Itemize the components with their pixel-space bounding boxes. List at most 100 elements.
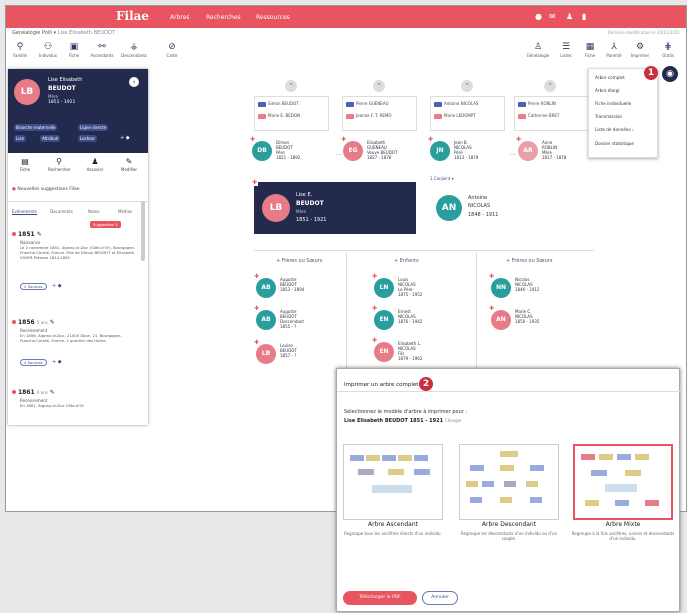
hint-icon[interactable]: ✚ <box>515 136 522 143</box>
spouse-sibling-node[interactable]: ✚ AN Marie C. NICOLAS 1850 - 1935 <box>488 305 549 338</box>
flag-icon[interactable]: ▮ <box>582 13 586 21</box>
person-icon[interactable]: ♟ <box>566 13 573 21</box>
tab-notes[interactable]: Notes <box>88 209 100 214</box>
tool-outils[interactable]: ⋕ Outils <box>654 42 682 59</box>
hint-icon[interactable]: ✚ <box>251 179 258 186</box>
sources-pill[interactable]: 4 Sources <box>20 359 47 366</box>
hint-icon[interactable]: ✚ <box>340 136 347 143</box>
expand-ancestors-chevron[interactable]: ⌃ <box>373 80 385 92</box>
menu-item-arbre-elargi[interactable]: Arbre élargi <box>595 88 620 93</box>
preview-arbre-descendant[interactable] <box>459 444 559 520</box>
hint-icon[interactable]: ✚ <box>249 136 256 143</box>
menu-item-dossier-statistique[interactable]: Dossier statistique <box>595 141 634 146</box>
mail-icon[interactable]: ✉ <box>549 13 556 21</box>
tool-descendants[interactable]: ⚶ Descendants <box>120 42 148 59</box>
tool-carte[interactable]: ⊘ Carte <box>158 42 186 59</box>
grandparents-card[interactable]: Simon BEUDOT Marie E. BEDON <box>254 96 329 131</box>
sources-pill[interactable]: 2 Sources <box>20 283 47 290</box>
change-link[interactable]: Changer <box>445 418 462 423</box>
hint-icon[interactable]: ✚ <box>427 136 434 143</box>
focus-person-card[interactable]: ✚ LB Lise E. BEUDOT Mère 1851 - 1921 <box>251 179 416 234</box>
tab-medias[interactable]: Médias <box>118 209 132 214</box>
hint-icon[interactable]: ✚ <box>253 273 260 280</box>
user-icon[interactable]: ● <box>535 13 542 21</box>
pencil-icon[interactable]: ✎ <box>37 231 42 238</box>
pencil-icon[interactable]: ✎ <box>50 319 55 326</box>
grandparents-card[interactable]: Antoine NICOLAS Marie LEDOMPT <box>430 96 505 131</box>
menu-item-transmission[interactable]: Transmission <box>595 114 622 119</box>
option-arbre-mixte[interactable]: Arbre Mixte Regroupe à la fois ancêtres,… <box>568 521 678 541</box>
tag-icon[interactable]: + ◆ <box>120 135 130 141</box>
pencil-icon[interactable]: ✎ <box>50 389 55 396</box>
tool-genealogie[interactable]: ♙ Généalogie <box>524 42 552 59</box>
parent-node[interactable]: ✚ AR Anne ROBLIN Mère 1817 - 1878 <box>515 136 576 169</box>
tab-documents[interactable]: Documents <box>50 209 73 214</box>
spouse-card[interactable]: AN Antoine NICOLAS 1848 - 1911 <box>436 191 516 226</box>
sibling-node[interactable]: ✚ AB Auguste BEUDOT 1853 - 1894 <box>253 273 314 306</box>
hint-icon[interactable]: ✚ <box>488 273 495 280</box>
action-rechercher[interactable]: ⚲ Rechercher <box>48 157 71 173</box>
suggestion-link[interactable]: ● Nouvelles suggestions Filae <box>12 187 80 192</box>
chip-ligne[interactable]: Ligne directe <box>78 124 109 131</box>
hint-icon[interactable]: ✚ <box>253 305 260 312</box>
action-fiche[interactable]: ▤ Fiche <box>14 157 36 173</box>
filae-logo[interactable]: Filae <box>116 9 149 23</box>
sibling-node[interactable]: ✚ LB Louise BEUDOT 1857 - ? <box>253 339 314 372</box>
chip-lecteur[interactable]: Lecteur <box>78 135 98 142</box>
expand-ancestors-chevron[interactable]: ⌃ <box>544 80 556 92</box>
nav-arbres[interactable]: Arbres <box>170 14 190 21</box>
chip-branche[interactable]: Branche maternelle <box>14 124 58 131</box>
add-siblings-link[interactable]: + Frères ou Sœurs <box>276 258 322 264</box>
sibling-node[interactable]: ✚ AB Auguste BEUDOT Descendant 1855 - ? <box>253 305 314 338</box>
tool-individus[interactable]: ⚇ Individus <box>34 42 62 59</box>
add-tag-icon[interactable]: + ◆ <box>52 283 62 289</box>
cancel-button[interactable]: Annuler <box>422 591 458 605</box>
tool-fiche[interactable]: ▣ Fiche <box>60 42 88 59</box>
hint-icon[interactable]: ✚ <box>371 337 378 344</box>
option-arbre-ascendant[interactable]: Arbre Ascendant Regroupe tous les ancêtr… <box>338 521 448 536</box>
layout-icon: ▣ <box>69 42 79 52</box>
chip-attribue[interactable]: Attribué <box>40 135 61 142</box>
parent-node[interactable]: ✚ EG Elisabeth GUENEAU Veuve BEUDOT 1827… <box>340 136 401 169</box>
union-selector[interactable]: 1 Conjoint ▾ <box>430 176 454 181</box>
tool-parente[interactable]: ⅄ Parenté <box>600 42 628 59</box>
expand-ancestors-chevron[interactable]: ⌃ <box>461 80 473 92</box>
tab-evenements[interactable]: Evénements <box>12 209 37 215</box>
hint-icon[interactable]: ✚ <box>371 305 378 312</box>
hint-icon[interactable]: ✚ <box>488 305 495 312</box>
preview-arbre-mixte[interactable] <box>573 444 673 520</box>
menu-item-arbre-complet[interactable]: Arbre complet <box>595 75 625 80</box>
action-associer[interactable]: ♟ Associer <box>84 157 106 173</box>
menu-item-fiche-individuelle[interactable]: Fiche individuelle <box>595 101 631 106</box>
grandparents-card[interactable]: Pierre ROBLIN Catherine BRET <box>514 96 589 131</box>
tool-famille[interactable]: ⚲ Famille <box>6 42 34 59</box>
add-children-link[interactable]: + Enfants <box>394 258 419 264</box>
collapse-icon[interactable]: ‹ <box>129 77 139 87</box>
menu-item-liste-donnees[interactable]: Liste de données › <box>595 127 634 132</box>
add-tag-icon[interactable]: + ◆ <box>52 359 62 365</box>
chip-lien[interactable]: Lien <box>14 135 27 142</box>
suggestion-badge[interactable]: Suggestion 1 <box>90 221 121 228</box>
scrollbar[interactable] <box>141 201 145 261</box>
grandparents-card[interactable]: Pierre GUENEAU Jeanne F. T. REMO <box>342 96 417 131</box>
option-arbre-descendant[interactable]: Arbre Descendant Regroupe les descendant… <box>454 521 564 541</box>
action-modifier[interactable]: ✎ Modifier <box>118 157 140 173</box>
expand-ancestors-chevron[interactable]: ⌃ <box>285 80 297 92</box>
parent-node[interactable]: ✚ JN Jean B. NICOLAS Père 1813 - 1879 <box>427 136 488 169</box>
download-pdf-button[interactable]: Télécharger le PDF <box>343 591 417 605</box>
parent-node[interactable]: ✚ DB Dimon BEUDOT Père 1821 - 1892 <box>249 136 310 169</box>
add-spouse-siblings-link[interactable]: + Frères ou Sœurs <box>506 258 552 264</box>
nav-ressources[interactable]: Ressources <box>256 14 290 21</box>
tool-ascendants[interactable]: ⚯ Ascendants <box>88 42 116 59</box>
child-node[interactable]: ✚ EN Elisabeth L. NICOLAS Fils 1879 - 19… <box>371 337 432 370</box>
preview-arbre-ascendant[interactable] <box>343 444 443 520</box>
tool-imprimer[interactable]: ⚙ Imprimer <box>626 42 654 59</box>
child-node[interactable]: ✚ LN Louis NICOLAS Le Père 1875 - 1952 <box>371 273 432 306</box>
spouse-sibling-node[interactable]: ✚ NN Nicolas NICOLAS 1846 - 1912 <box>488 273 549 306</box>
breadcrumb-tree[interactable]: Généalogie Poili <box>12 30 52 36</box>
child-node[interactable]: ✚ EN Ernest NICOLAS 1876 - 1942 <box>371 305 432 338</box>
hint-icon[interactable]: ✚ <box>253 339 260 346</box>
target-icon[interactable]: ◉ <box>662 66 678 82</box>
hint-icon[interactable]: ✚ <box>371 273 378 280</box>
nav-recherches[interactable]: Recherches <box>206 14 241 21</box>
